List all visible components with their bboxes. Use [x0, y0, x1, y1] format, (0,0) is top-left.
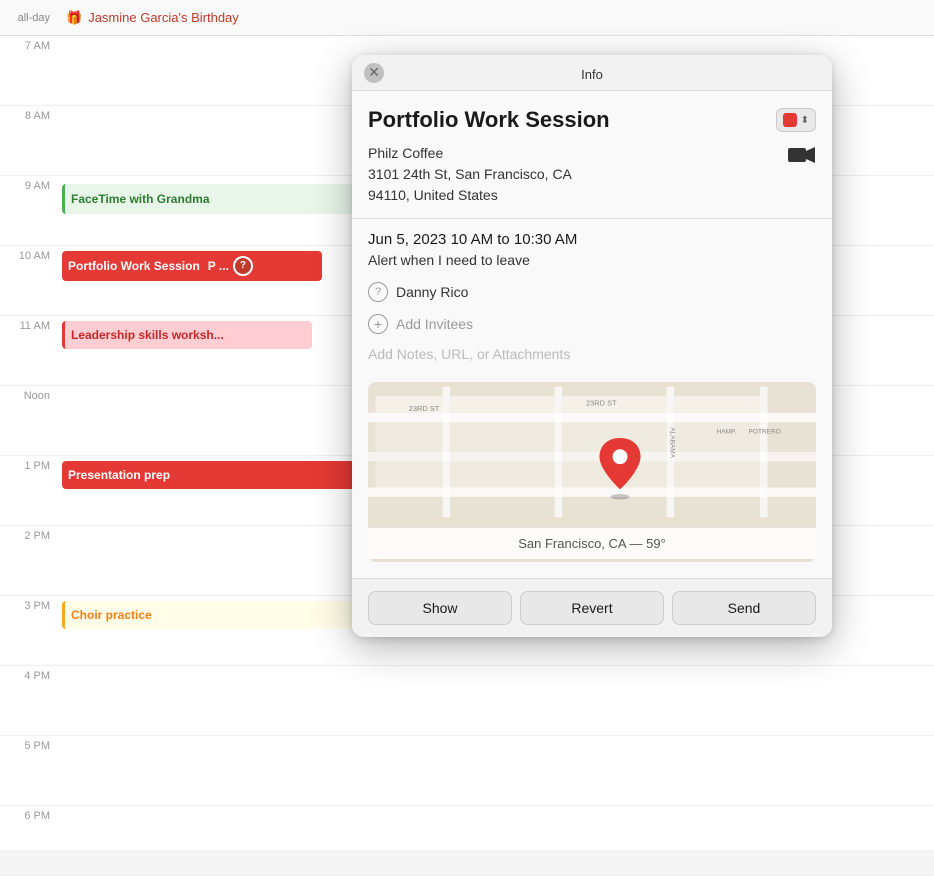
- add-invitees-label: Add Invitees: [396, 316, 473, 332]
- portfolio-event[interactable]: Portfolio Work Session P ... ?: [62, 251, 322, 281]
- popup-footer: Show Revert Send: [352, 578, 832, 637]
- event-title: Portfolio Work Session: [368, 107, 610, 133]
- portfolio-event-dots: P ...: [208, 254, 229, 278]
- svg-text:23RD ST: 23RD ST: [409, 404, 440, 413]
- calendar-color-picker[interactable]: ⬍: [776, 108, 816, 132]
- datetime-row: Jun 5, 2023 10 AM to 10:30 AM: [368, 231, 816, 248]
- time-label-6pm: 6 PM: [0, 806, 58, 875]
- info-popup: ✕ Info Portfolio Work Session ⬍ Philz Co…: [352, 55, 832, 637]
- revert-button[interactable]: Revert: [520, 591, 664, 625]
- calendar-color-dot: [783, 113, 797, 127]
- svg-text:POTRERO: POTRERO: [749, 428, 781, 435]
- gift-icon: 🎁: [66, 10, 82, 26]
- chevron-updown-icon: ⬍: [801, 115, 809, 126]
- video-camera-icon[interactable]: [788, 145, 816, 170]
- organizer-row: ? Danny Rico: [368, 282, 816, 302]
- close-button[interactable]: ✕: [364, 63, 384, 83]
- location-text: Philz Coffee 3101 24th St, San Francisco…: [368, 143, 572, 206]
- time-content-6pm: [58, 806, 934, 875]
- time-label-7am: 7 AM: [0, 36, 58, 105]
- location-address: 3101 24th St, San Francisco, CA94110, Un…: [368, 164, 572, 206]
- organizer-name: Danny Rico: [396, 284, 468, 300]
- time-content-4pm: [58, 666, 934, 735]
- time-label-8am: 8 AM: [0, 106, 58, 175]
- time-label-3pm: 3 PM: [0, 596, 58, 665]
- all-day-label: all-day: [8, 12, 58, 24]
- svg-text:23RD ST: 23RD ST: [586, 398, 617, 407]
- map-container[interactable]: 23RD ST 23RD ST ALABAMA POTRERO HAMP. Sa…: [368, 382, 816, 562]
- time-label-2pm: 2 PM: [0, 526, 58, 595]
- show-button[interactable]: Show: [368, 591, 512, 625]
- time-row-5pm: 5 PM: [0, 736, 934, 806]
- time-content-5pm: [58, 736, 934, 805]
- map-svg: 23RD ST 23RD ST ALABAMA POTRERO HAMP.: [368, 382, 816, 522]
- time-label-1pm: 1 PM: [0, 456, 58, 525]
- time-label-9am: 9 AM: [0, 176, 58, 245]
- popup-header: ✕ Info: [352, 55, 832, 91]
- birthday-event[interactable]: 🎁 Jasmine Garcia's Birthday: [66, 10, 239, 26]
- birthday-event-label: Jasmine Garcia's Birthday: [88, 10, 239, 25]
- choir-event-label: Choir practice: [71, 608, 152, 622]
- time-label-4pm: 4 PM: [0, 666, 58, 735]
- presentation-event-label: Presentation prep: [68, 468, 170, 482]
- map-footer: San Francisco, CA — 59°: [368, 527, 816, 559]
- time-label-noon: Noon: [0, 386, 58, 455]
- plus-circle-icon: +: [368, 314, 388, 334]
- portfolio-event-label: Portfolio Work Session: [68, 254, 200, 278]
- popup-title: Info: [581, 67, 603, 82]
- time-row-4pm: 4 PM: [0, 666, 934, 736]
- svg-text:HAMP.: HAMP.: [717, 428, 737, 435]
- alert-row: Alert when I need to leave: [368, 252, 816, 268]
- send-button[interactable]: Send: [672, 591, 816, 625]
- all-day-row: all-day 🎁 Jasmine Garcia's Birthday: [0, 0, 934, 36]
- location-row: Philz Coffee 3101 24th St, San Francisco…: [368, 143, 816, 206]
- notes-field[interactable]: Add Notes, URL, or Attachments: [368, 346, 816, 370]
- location-name: Philz Coffee: [368, 143, 572, 164]
- question-icon: ?: [368, 282, 388, 302]
- leadership-event[interactable]: Leadership skills worksh...: [62, 321, 312, 349]
- svg-text:ALABAMA: ALABAMA: [668, 427, 675, 458]
- event-title-row: Portfolio Work Session ⬍: [368, 107, 816, 133]
- add-invitees-row[interactable]: + Add Invitees: [368, 314, 816, 334]
- attendee-badge: ?: [233, 256, 253, 276]
- time-label-11am: 11 AM: [0, 316, 58, 385]
- popup-body: Portfolio Work Session ⬍ Philz Coffee 31…: [352, 91, 832, 578]
- time-label-10am: 10 AM: [0, 246, 58, 315]
- separator-1: [352, 218, 832, 219]
- close-icon: ✕: [368, 64, 380, 81]
- facetime-event-label: FaceTime with Grandma: [71, 192, 210, 206]
- leadership-event-label: Leadership skills worksh...: [71, 328, 224, 342]
- time-label-5pm: 5 PM: [0, 736, 58, 805]
- time-row-6pm: 6 PM: [0, 806, 934, 876]
